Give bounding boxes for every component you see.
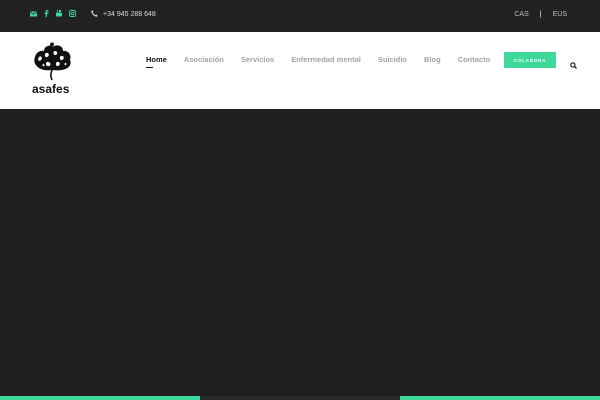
envelope-icon[interactable] (30, 10, 37, 17)
slider-dot-2[interactable] (200, 396, 400, 400)
slider-progress-strip (0, 396, 600, 400)
lang-cas[interactable]: CAS (514, 11, 528, 18)
nav-item-suicidio[interactable]: Suicidio (378, 55, 407, 64)
hero-slider (0, 109, 600, 400)
phone-number: +34 945 288 648 (103, 11, 156, 18)
lang-eus[interactable]: EUS (553, 11, 567, 18)
nav-item-home[interactable]: Home (146, 55, 167, 68)
nav-item-enfermedad-mental[interactable]: Enfermedad mental (291, 55, 361, 64)
phone-contact[interactable]: +34 945 288 648 (91, 10, 156, 19)
logo-text[interactable]: asafes (32, 82, 69, 96)
social-links (30, 10, 76, 17)
main-header: asafes Home Asociación Servicios Enferme… (0, 32, 600, 109)
nav-item-blog[interactable]: Blog (424, 55, 441, 64)
search-icon[interactable] (570, 56, 578, 74)
lang-separator: | (539, 11, 542, 18)
facebook-icon[interactable] (44, 10, 49, 17)
phone-icon (91, 10, 98, 19)
nav-item-asociacion[interactable]: Asociación (184, 55, 224, 64)
youtube-icon[interactable] (56, 10, 62, 17)
nav-item-contacto[interactable]: Contacto (458, 55, 491, 64)
language-switcher: CAS | EUS (514, 11, 567, 18)
instagram-icon[interactable] (69, 10, 76, 17)
top-bar: +34 945 288 648 CAS | EUS (0, 0, 600, 32)
slider-dot-1[interactable] (0, 396, 200, 400)
main-navigation: Home Asociación Servicios Enfermedad men… (146, 55, 507, 68)
nav-item-servicios[interactable]: Servicios (241, 55, 274, 64)
slider-dot-3[interactable] (400, 396, 600, 400)
colabora-button[interactable]: COLABORA (504, 52, 556, 68)
